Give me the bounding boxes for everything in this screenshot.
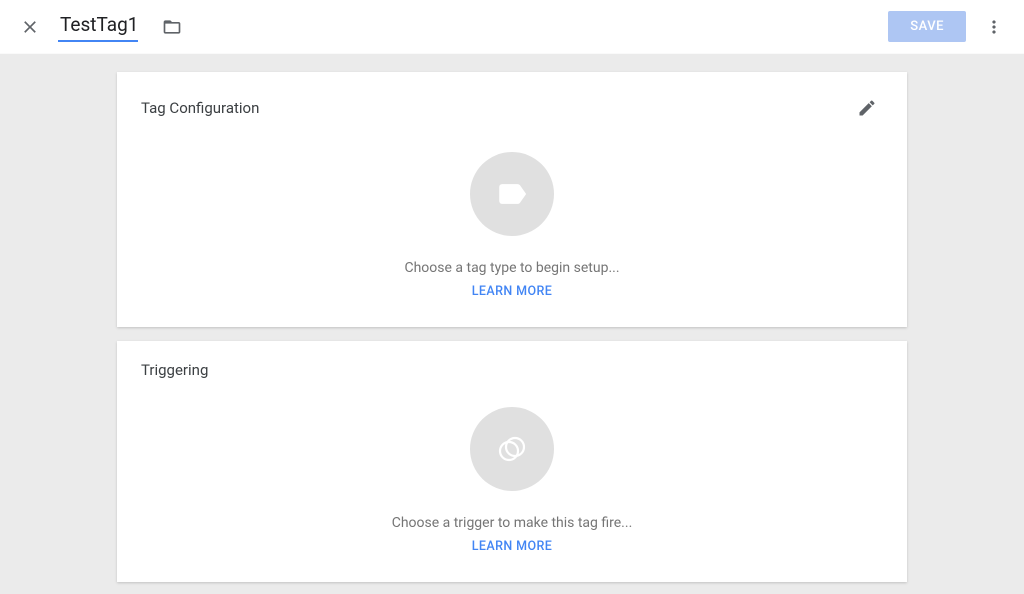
trigger-placeholder-circle [470,407,554,491]
triggering-learn-more-link[interactable]: LEARN MORE [472,539,552,554]
tag-icon [495,177,529,211]
close-button[interactable] [12,9,48,45]
card-header: Tag Configuration [141,92,883,124]
close-icon [20,17,40,37]
tag-config-help-text: Choose a tag type to begin setup... [404,260,619,276]
triggering-help-text: Choose a trigger to make this tag fire..… [392,515,633,531]
folder-icon [162,17,182,37]
tag-name-input[interactable] [58,11,138,42]
folder-button[interactable] [154,9,190,45]
save-button[interactable]: SAVE [888,11,966,42]
pencil-icon [857,98,877,118]
tag-placeholder-circle [470,152,554,236]
triggering-body: Choose a trigger to make this tag fire..… [141,379,883,554]
tag-config-learn-more-link[interactable]: LEARN MORE [472,284,552,299]
trigger-icon [495,432,529,466]
top-bar: SAVE [0,0,1024,54]
triggering-title: Triggering [141,361,208,379]
content-area: Tag Configuration Choose a tag type to b… [0,54,1024,582]
tag-configuration-title: Tag Configuration [141,99,259,117]
tag-config-body: Choose a tag type to begin setup... LEAR… [141,124,883,299]
triggering-card[interactable]: Triggering Choose a trigger to make this… [117,341,907,582]
card-header: Triggering [141,361,883,379]
more-vert-icon [984,17,1004,37]
tag-configuration-card[interactable]: Tag Configuration Choose a tag type to b… [117,72,907,327]
more-menu-button[interactable] [976,9,1012,45]
edit-tag-config-button[interactable] [851,92,883,124]
